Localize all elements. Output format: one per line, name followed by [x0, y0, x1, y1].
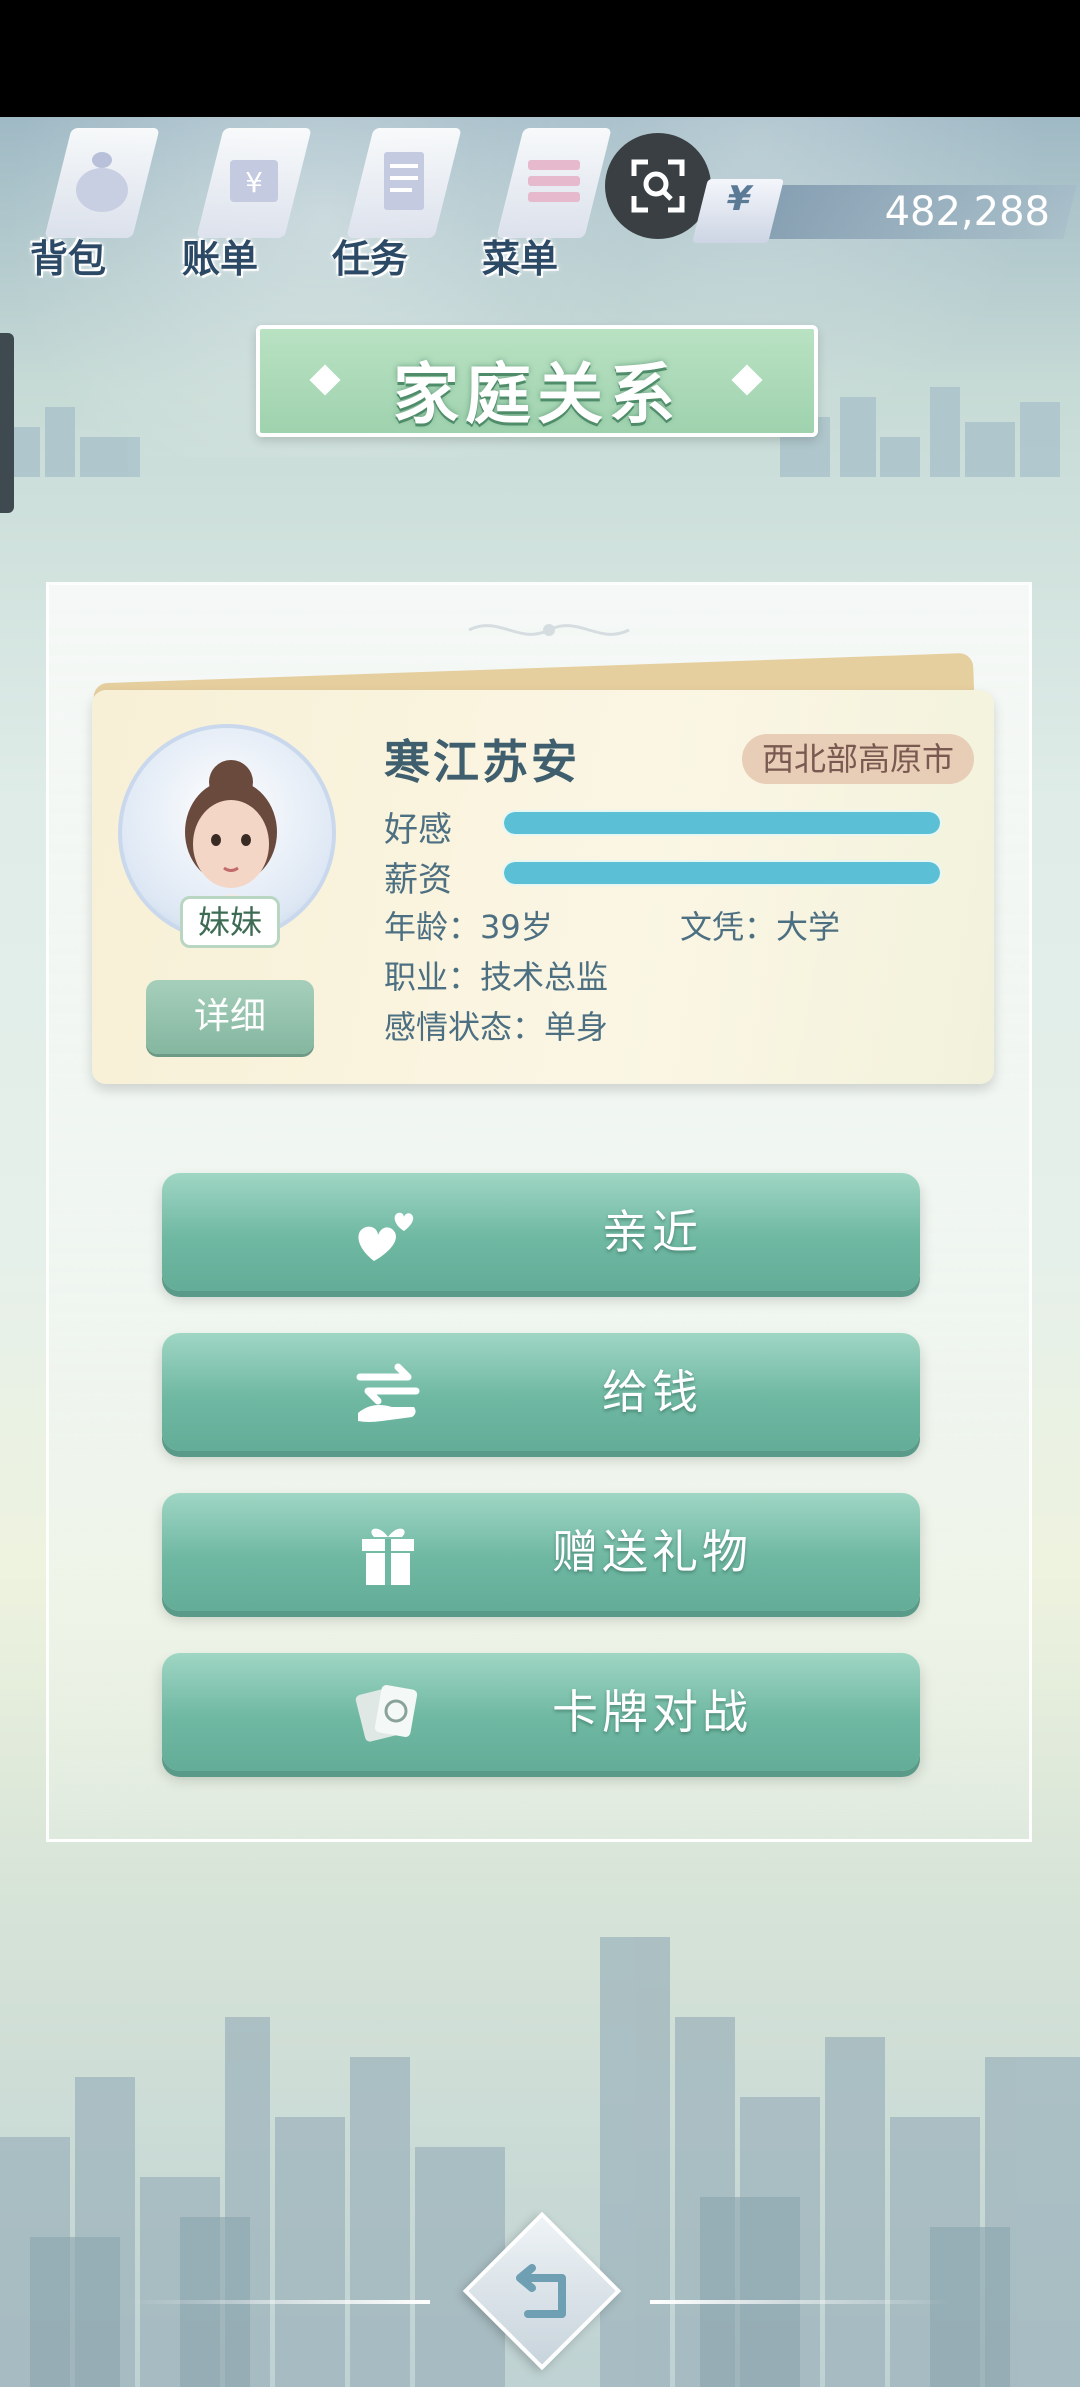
favor-bar	[502, 810, 942, 836]
give-money-icon	[356, 1363, 420, 1422]
favor-bar-fill	[504, 812, 940, 834]
nav-menu[interactable]: 菜单	[482, 128, 612, 288]
nav-task[interactable]: 任务	[332, 128, 462, 288]
side-drawer-handle[interactable]	[0, 333, 14, 513]
action-card-battle-button[interactable]: 卡牌对战	[162, 1653, 920, 1771]
action-give-money-button[interactable]: 给钱	[162, 1333, 920, 1451]
nav-bill-label: 账单	[182, 237, 259, 281]
character-name: 寒江苏安	[384, 735, 580, 789]
page-title: 家庭关系	[393, 356, 681, 433]
education-text: 文凭：大学	[680, 908, 841, 946]
action-get-closer-button[interactable]: 亲近	[162, 1173, 920, 1291]
page-title-plate: 家庭关系	[256, 325, 818, 437]
svg-text:¥: ¥	[245, 166, 263, 199]
bill-icon: ¥	[230, 160, 278, 202]
action-card-battle-label: 卡牌对战	[552, 1685, 752, 1739]
gift-icon	[362, 1528, 414, 1585]
salary-bar	[502, 860, 942, 886]
favor-label: 好感	[384, 810, 452, 850]
action-give-money-label: 给钱	[602, 1365, 702, 1419]
nav-bag[interactable]: 背包	[30, 128, 160, 288]
nav-task-label: 任务	[332, 237, 409, 281]
status-bar	[0, 0, 1080, 117]
menu-icon	[528, 160, 580, 202]
action-send-gift-label: 赠送礼物	[552, 1525, 752, 1579]
character-card: 妹妹 详细 寒江苏安 西北部高原市 好感 薪资 年龄：39岁 文凭：大学 职业：…	[92, 690, 994, 1084]
task-icon	[384, 152, 424, 210]
region-tag: 西北部高原市	[742, 734, 974, 784]
currency-icon-tile: ¥	[692, 179, 784, 243]
relationship-status-text: 感情状态：单身	[384, 1008, 609, 1046]
yen-icon: ¥	[722, 179, 756, 219]
screenshot-scan-button[interactable]	[605, 133, 711, 239]
occupation-text: 职业：技术总监	[384, 958, 609, 996]
action-send-gift-button[interactable]: 赠送礼物	[162, 1493, 920, 1611]
detail-button[interactable]: 详细	[146, 980, 314, 1054]
nav-menu-label: 菜单	[482, 237, 559, 281]
cards-icon	[355, 1685, 418, 1742]
ornament-flourish	[468, 624, 630, 636]
age-text: 年龄：39岁	[384, 908, 553, 946]
currency-amount: 482,288	[884, 189, 1050, 235]
nav-bill[interactable]: ¥ 账单	[182, 128, 312, 288]
action-get-closer-label: 亲近	[602, 1205, 702, 1259]
salary-bar-fill	[504, 862, 940, 884]
nav-bag-label: 背包	[30, 237, 107, 281]
relation-tag: 妹妹	[180, 896, 280, 948]
back-ornament-left	[130, 2300, 430, 2304]
back-arrow-icon	[516, 2264, 566, 2318]
back-ornament-right	[650, 2300, 950, 2304]
currency-display: ¥ 482,288	[692, 179, 1077, 243]
salary-label: 薪资	[384, 860, 452, 900]
bag-icon	[76, 152, 128, 212]
hearts-icon	[358, 1212, 414, 1261]
scan-icon	[631, 159, 685, 213]
